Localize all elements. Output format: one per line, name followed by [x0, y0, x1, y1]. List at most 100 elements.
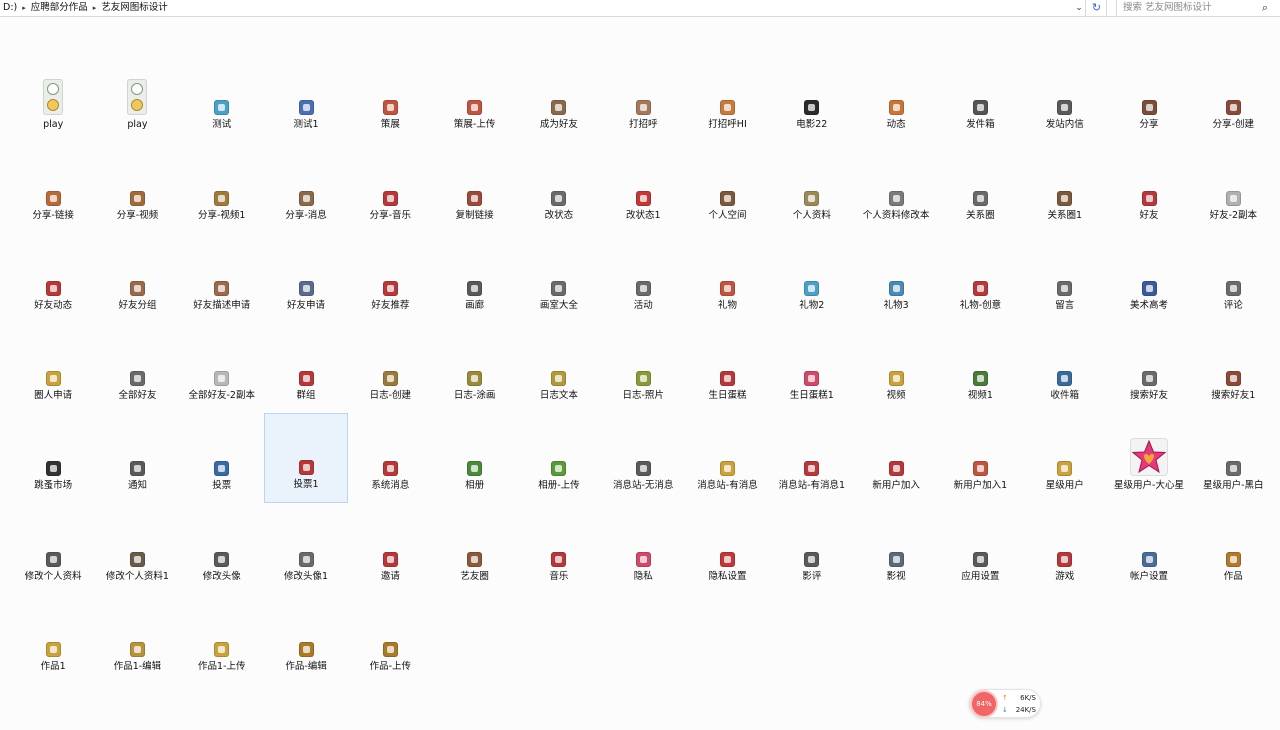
file-item[interactable]: 全部好友-2副本	[180, 323, 264, 413]
file-item[interactable]: 分享-创建	[1191, 52, 1275, 142]
file-item[interactable]: 相册	[432, 413, 516, 503]
file-item[interactable]: 邀请	[348, 503, 432, 593]
file-item[interactable]: 生日蛋糕1	[770, 323, 854, 413]
file-item[interactable]: 好友动态	[11, 233, 95, 323]
file-item[interactable]: 发站内信	[1023, 52, 1107, 142]
file-item[interactable]: 策展	[348, 52, 432, 142]
file-item[interactable]: 修改个人资料	[11, 503, 95, 593]
file-item[interactable]: 作品1-上传	[180, 594, 264, 684]
file-item[interactable]: 日志文本	[517, 323, 601, 413]
file-item[interactable]: 日志-照片	[601, 323, 685, 413]
file-item[interactable]: 画廊	[432, 233, 516, 323]
file-item[interactable]: 分享-消息	[264, 142, 348, 232]
file-item[interactable]: 视频	[854, 323, 938, 413]
file-item[interactable]: 星级用户-大心星	[1107, 413, 1191, 503]
file-item[interactable]: 个人资料	[770, 142, 854, 232]
file-item[interactable]: 复制链接	[432, 142, 516, 232]
file-item[interactable]: 作品1-编辑	[95, 594, 179, 684]
file-item[interactable]: 消息站-有消息	[685, 413, 769, 503]
file-item[interactable]: play	[95, 52, 179, 142]
file-item[interactable]: play	[11, 52, 95, 142]
file-item[interactable]: 修改个人资料1	[95, 503, 179, 593]
address-dropdown-icon[interactable]: ⌄	[1073, 2, 1085, 14]
breadcrumb-drive[interactable]: D:)	[0, 0, 20, 16]
file-item[interactable]: 新用户加入	[854, 413, 938, 503]
file-item[interactable]: 影视	[854, 503, 938, 593]
file-item[interactable]: 测试1	[264, 52, 348, 142]
file-item[interactable]: 关系圈1	[1023, 142, 1107, 232]
search-input[interactable]: 搜索 艺友网图标设计 ⌕	[1116, 0, 1274, 17]
search-icon[interactable]: ⌕	[1262, 1, 1268, 15]
breadcrumb-folder-works[interactable]: 应聘部分作品	[28, 0, 91, 16]
file-item[interactable]: 成为好友	[517, 52, 601, 142]
file-item[interactable]: 艺友圈	[432, 503, 516, 593]
file-item[interactable]: 消息站-无消息	[601, 413, 685, 503]
file-item[interactable]: 系统消息	[348, 413, 432, 503]
file-item[interactable]: 好友	[1107, 142, 1191, 232]
file-item[interactable]: 搜索好友1	[1191, 323, 1275, 413]
file-item[interactable]: 评论	[1191, 233, 1275, 323]
breadcrumb-folder-current[interactable]: 艺友网图标设计	[98, 0, 171, 16]
file-item[interactable]: 作品	[1191, 503, 1275, 593]
network-speed-widget[interactable]: 84% ↑ 6K/S ↓ 24K/S	[969, 689, 1041, 718]
file-item[interactable]: 好友申请	[264, 233, 348, 323]
file-item[interactable]: 日志-创建	[348, 323, 432, 413]
file-item[interactable]: 打招呼HI	[685, 52, 769, 142]
file-item[interactable]: 隐私设置	[685, 503, 769, 593]
file-item[interactable]: 帐户设置	[1107, 503, 1191, 593]
breadcrumb[interactable]: D:) ▸ 应聘部分作品 ▸ 艺友网图标设计 ⌄	[0, 0, 1086, 17]
file-item[interactable]: 礼物	[685, 233, 769, 323]
file-item[interactable]: 相册-上传	[517, 413, 601, 503]
file-item[interactable]: 礼物-创意	[938, 233, 1022, 323]
file-item[interactable]: 好友推荐	[348, 233, 432, 323]
file-item[interactable]: 礼物2	[770, 233, 854, 323]
file-item[interactable]: 画室大全	[517, 233, 601, 323]
file-item[interactable]: 分享-音乐	[348, 142, 432, 232]
file-item[interactable]: 发件箱	[938, 52, 1022, 142]
file-item[interactable]: 游戏	[1023, 503, 1107, 593]
file-item[interactable]: 影评	[770, 503, 854, 593]
file-item[interactable]: 好友分组	[95, 233, 179, 323]
file-item[interactable]: 视频1	[938, 323, 1022, 413]
file-item[interactable]: 关系圈	[938, 142, 1022, 232]
file-item[interactable]: 动态	[854, 52, 938, 142]
file-item[interactable]: 个人空间	[685, 142, 769, 232]
file-item[interactable]: 星级用户-黑白	[1191, 413, 1275, 503]
file-item[interactable]: 改状态	[517, 142, 601, 232]
file-item[interactable]: 作品1	[11, 594, 95, 684]
file-item[interactable]: 分享-视频	[95, 142, 179, 232]
file-item[interactable]: 投票1	[263, 413, 349, 504]
file-item[interactable]: 新用户加入1	[938, 413, 1022, 503]
file-item[interactable]: 改状态1	[601, 142, 685, 232]
file-item[interactable]: 礼物3	[854, 233, 938, 323]
file-item[interactable]: 通知	[95, 413, 179, 503]
file-item[interactable]: 分享	[1107, 52, 1191, 142]
file-item[interactable]: 群组	[264, 323, 348, 413]
file-item[interactable]: 音乐	[517, 503, 601, 593]
file-item[interactable]: 投票	[180, 413, 264, 503]
file-item[interactable]: 活动	[601, 233, 685, 323]
file-item[interactable]: 分享-链接	[11, 142, 95, 232]
file-item[interactable]: 消息站-有消息1	[770, 413, 854, 503]
file-item[interactable]: 星级用户	[1023, 413, 1107, 503]
file-item[interactable]: 留言	[1023, 233, 1107, 323]
file-item[interactable]: 圈人申请	[11, 323, 95, 413]
refresh-icon[interactable]: ↻	[1087, 0, 1107, 17]
file-item[interactable]: 收件箱	[1023, 323, 1107, 413]
file-item[interactable]: 搜索好友	[1107, 323, 1191, 413]
file-item[interactable]: 好友描述申请	[180, 233, 264, 323]
file-item[interactable]: 个人资料修改本	[854, 142, 938, 232]
file-item[interactable]: 修改头像	[180, 503, 264, 593]
file-item[interactable]: 生日蛋糕	[685, 323, 769, 413]
file-item[interactable]: 全部好友	[95, 323, 179, 413]
file-item[interactable]: 修改头像1	[264, 503, 348, 593]
file-item[interactable]: 美术高考	[1107, 233, 1191, 323]
file-item[interactable]: 日志-涂画	[432, 323, 516, 413]
file-item[interactable]: 电影22	[770, 52, 854, 142]
file-item[interactable]: 打招呼	[601, 52, 685, 142]
file-item[interactable]: 分享-视频1	[180, 142, 264, 232]
breadcrumb-separator-icon[interactable]: ▸	[20, 0, 28, 16]
file-item[interactable]: 跳蚤市场	[11, 413, 95, 503]
file-item[interactable]: 应用设置	[938, 503, 1022, 593]
breadcrumb-separator-icon[interactable]: ▸	[91, 0, 99, 16]
